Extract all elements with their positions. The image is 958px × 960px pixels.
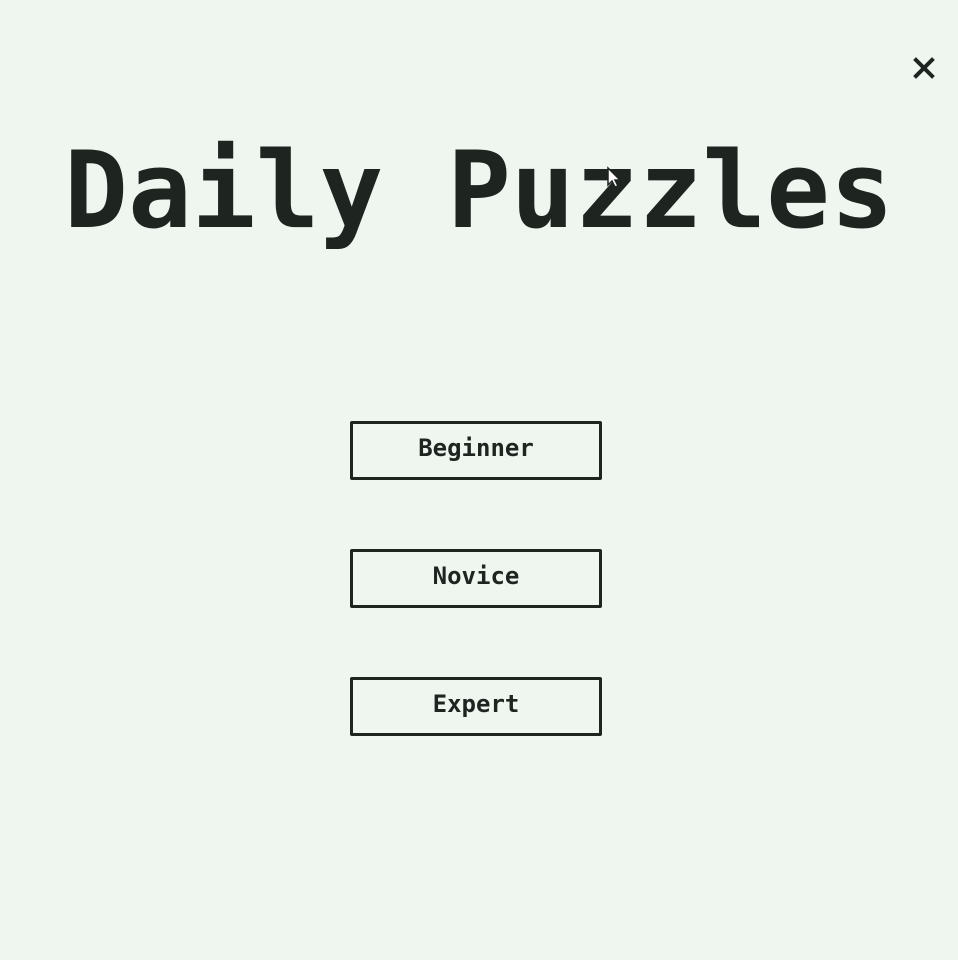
daily-puzzles-screen: Daily Puzzles Beginner Novice Expert: [0, 0, 958, 960]
beginner-button-label: Beginner: [418, 433, 534, 462]
close-button[interactable]: [908, 52, 940, 84]
novice-button-label: Novice: [432, 561, 520, 590]
expert-button[interactable]: Expert: [350, 677, 602, 736]
novice-button[interactable]: Novice: [350, 549, 602, 608]
beginner-button[interactable]: Beginner: [350, 421, 602, 480]
page-title: Daily Puzzles: [64, 129, 894, 252]
expert-button-label: Expert: [432, 689, 520, 718]
close-icon: [913, 57, 935, 79]
